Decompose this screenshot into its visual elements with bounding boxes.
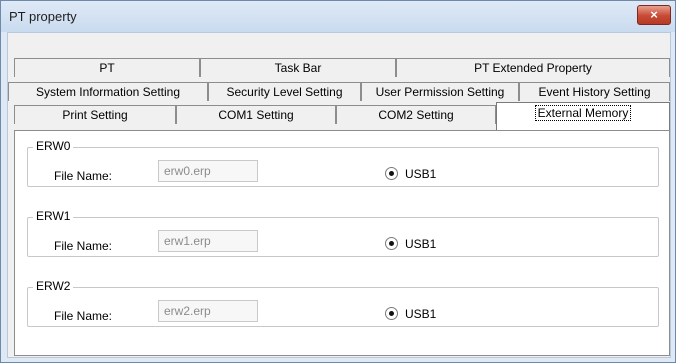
radio-selected-dot — [389, 241, 394, 246]
erw0-group: ERW0 File Name: erw0.erp USB1 — [27, 139, 659, 187]
group-title: ERW2 — [33, 279, 74, 293]
tab-pt[interactable]: PT — [14, 58, 200, 77]
dialog-window: PT property × PT Task Bar PT Extended Pr… — [0, 0, 676, 363]
tab-com1-setting[interactable]: COM1 Setting — [176, 105, 336, 124]
tab-system-information-setting[interactable]: System Information Setting — [8, 82, 208, 101]
file-name-field[interactable]: erw2.erp — [158, 300, 258, 322]
usb1-label[interactable]: USB1 — [405, 167, 436, 181]
file-name-field[interactable]: erw0.erp — [158, 160, 258, 182]
tab-label: User Permission Setting — [375, 85, 505, 99]
tab-label: COM2 Setting — [378, 108, 454, 122]
tab-label: Task Bar — [274, 61, 322, 75]
external-memory-panel: ERW0 File Name: erw0.erp USB1 ERW1 File … — [14, 130, 670, 356]
group-title: ERW0 — [33, 139, 74, 153]
tab-label: PT — [99, 61, 115, 75]
usb1-radio[interactable] — [385, 307, 398, 320]
dialog-client-area: PT Task Bar PT Extended Property System … — [7, 32, 671, 358]
tab-user-permission-setting[interactable]: User Permission Setting — [361, 82, 519, 101]
window-title: PT property — [9, 9, 77, 24]
tab-label: Event History Setting — [538, 85, 651, 99]
radio-selected-dot — [389, 311, 394, 316]
tab-task-bar[interactable]: Task Bar — [200, 58, 396, 77]
tab-com2-setting[interactable]: COM2 Setting — [336, 105, 496, 124]
usb1-label[interactable]: USB1 — [405, 307, 436, 321]
tab-external-memory[interactable]: External Memory — [496, 102, 670, 131]
tab-label: External Memory — [534, 105, 632, 121]
erw2-group: ERW2 File Name: erw2.erp USB1 — [27, 279, 659, 327]
file-name-label: File Name: — [54, 309, 113, 323]
file-name-field[interactable]: erw1.erp — [158, 230, 258, 252]
erw1-group: ERW1 File Name: erw1.erp USB1 — [27, 209, 659, 257]
tab-pt-extended-property[interactable]: PT Extended Property — [396, 58, 670, 77]
tab-label: Print Setting — [62, 108, 128, 122]
tab-print-setting[interactable]: Print Setting — [14, 105, 176, 124]
usb1-label[interactable]: USB1 — [405, 237, 436, 251]
tab-security-level-setting[interactable]: Security Level Setting — [208, 82, 361, 101]
group-title: ERW1 — [33, 209, 74, 223]
tab-label: COM1 Setting — [218, 108, 294, 122]
close-icon: × — [650, 7, 658, 22]
usb1-radio[interactable] — [385, 237, 398, 250]
usb1-radio[interactable] — [385, 167, 398, 180]
title-bar[interactable]: PT property × — [1, 1, 675, 32]
tab-event-history-setting[interactable]: Event History Setting — [519, 82, 670, 101]
radio-selected-dot — [389, 171, 394, 176]
close-button[interactable]: × — [637, 5, 671, 25]
tab-label: PT Extended Property — [474, 61, 592, 75]
tab-label: System Information Setting — [35, 85, 181, 99]
tab-label: Security Level Setting — [226, 85, 343, 99]
file-name-label: File Name: — [54, 169, 113, 183]
file-name-label: File Name: — [54, 239, 113, 253]
